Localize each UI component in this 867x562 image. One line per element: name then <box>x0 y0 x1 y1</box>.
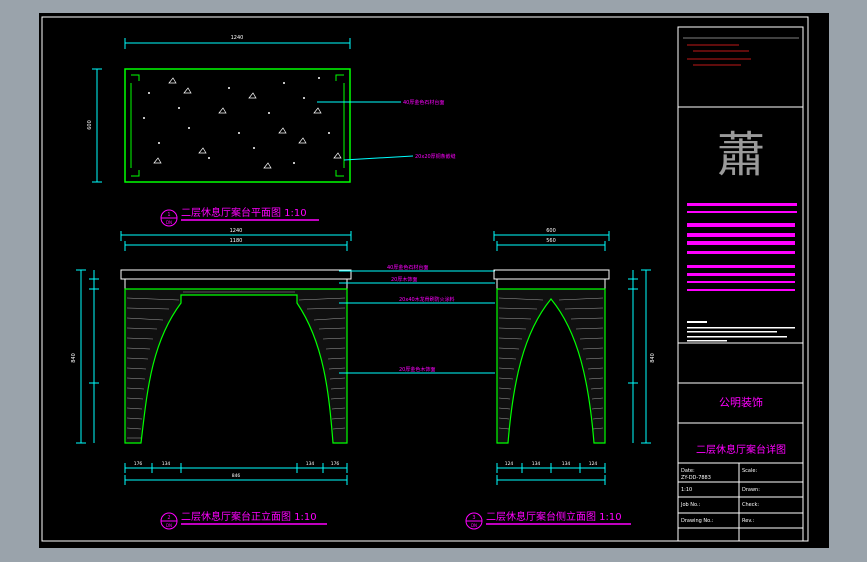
title-block: 蕭 公明装饰 二层休息厅案台详图 Date: ZY-DD-7883 Scale:… <box>680 37 799 524</box>
plan-width-dim: 1240 <box>231 35 244 41</box>
front-callout-4: 20厚金色木饰面 <box>399 366 435 373</box>
side-bottom-dim-1: 124 <box>505 461 514 467</box>
front-bottom-dim-4: 176 <box>331 461 340 467</box>
side-elevation: 600 560 840 124 134 134 124 3 DN 二层休息厅案台… <box>465 228 656 530</box>
company-name: 公明装饰 <box>719 395 763 409</box>
date-label: Date: <box>681 468 695 474</box>
logo-glyph: 蕭 <box>717 127 765 183</box>
side-top-dim-1: 600 <box>546 228 556 234</box>
front-body <box>124 288 348 444</box>
drawing-no-value: ZY-DD-7883 <box>681 475 711 481</box>
front-bottom-dim-total: 846 <box>232 473 241 479</box>
front-top-dim-1: 1240 <box>230 228 243 234</box>
side-bottom-dim-4: 124 <box>589 461 598 467</box>
plan-title: 二层休息厅案台平面图 1:10 <box>181 206 307 219</box>
plan-callout-2: 20x20厚铜条嵌缝 <box>415 153 456 160</box>
plan-marker-sheet: DN <box>166 220 172 225</box>
front-height-dim: 840 <box>71 353 77 363</box>
front-marker-sheet: DN <box>166 523 172 528</box>
stone-hatch <box>143 77 330 164</box>
drawing-canvas: 1240 600 40厚金色石材台面 20x20厚铜条嵌缝 1 DN 二层休息厅… <box>39 13 829 548</box>
front-callout-2: 20厚木饰面 <box>391 276 417 283</box>
plan-callout-1: 40厚金色石材台面 <box>403 99 444 106</box>
side-top-dim-2: 560 <box>546 238 556 244</box>
side-height-dim: 840 <box>650 353 656 363</box>
front-elevation: 1240 1180 840 176 134 134 176 846 40厚金色石… <box>71 228 495 530</box>
cad-drawing: 1240 600 40厚金色石材台面 20x20厚铜条嵌缝 1 DN 二层休息厅… <box>41 16 809 542</box>
front-bottom-dim-1: 176 <box>134 461 143 467</box>
scale-value: 1:10 <box>681 487 692 493</box>
scale-label: Scale: <box>742 468 757 474</box>
rev-label: Rev.: <box>742 518 754 524</box>
company-info-lines <box>687 203 797 291</box>
side-bottom-dim-3: 134 <box>562 461 571 467</box>
title-block-frame <box>677 26 804 542</box>
side-bottom-dim-2: 134 <box>532 461 541 467</box>
notes <box>687 321 795 342</box>
sheet-title: 二层休息厅案台详图 <box>696 443 786 456</box>
plan-view: 1240 600 40厚金色石材台面 20x20厚铜条嵌缝 1 DN 二层休息厅… <box>87 35 456 227</box>
front-title: 二层休息厅案台正立面图 1:10 <box>181 510 317 523</box>
plan-depth-dim: 600 <box>87 120 93 130</box>
front-callout-3: 20x40木龙骨刷防火涂料 <box>399 296 455 303</box>
front-bottom-dim-2: 134 <box>162 461 171 467</box>
front-callout-1: 40厚金色石材台面 <box>387 264 428 271</box>
side-marker-no: 3 <box>472 515 475 521</box>
plan-marker-no: 1 <box>167 212 170 218</box>
check-label: Check: <box>742 502 759 508</box>
job-no-label: Job No.: <box>680 502 701 508</box>
side-title: 二层休息厅案台侧立面图 1:10 <box>486 510 622 523</box>
front-top-dim-2: 1180 <box>230 238 243 244</box>
front-bottom-dim-3: 134 <box>306 461 315 467</box>
side-marker-sheet: DN <box>471 523 477 528</box>
drawn-label: Drawn: <box>742 487 760 493</box>
front-marker-no: 2 <box>167 515 170 521</box>
revision-notes <box>687 44 751 66</box>
drawing-no-label: Drawing No.: <box>681 518 714 524</box>
side-body <box>496 288 606 444</box>
